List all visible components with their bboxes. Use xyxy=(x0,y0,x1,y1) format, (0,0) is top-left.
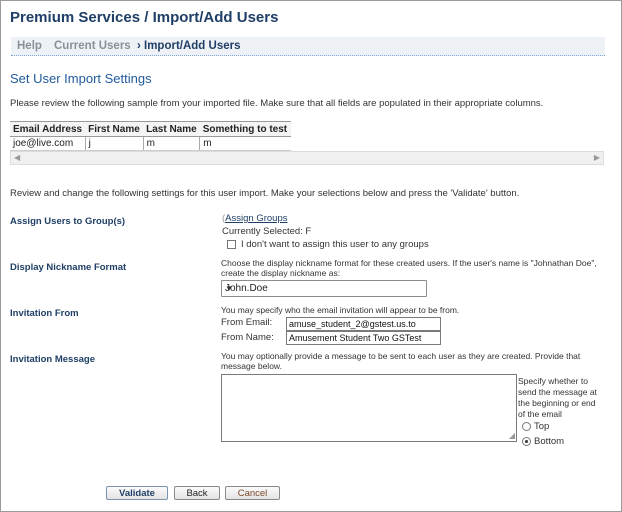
from-email-input[interactable]: amuse_student_2@gstest.us.to xyxy=(286,317,441,331)
validate-button[interactable]: Validate xyxy=(106,486,168,500)
scroll-right-icon[interactable]: ▶ xyxy=(594,153,600,162)
assign-groups-link[interactable]: Assign Groups xyxy=(225,213,287,224)
no-groups-checkbox[interactable] xyxy=(227,239,236,249)
currently-selected-text: Currently Selected: F xyxy=(222,226,312,237)
chevron-down-icon: ▼ xyxy=(225,284,233,293)
table-cell: j xyxy=(85,136,144,151)
breadcrumb: Help Current Users › Import/Add Users xyxy=(11,37,605,56)
nickname-help-text: Choose the display nickname format for t… xyxy=(221,258,597,278)
top-radio-label: Top xyxy=(534,421,550,432)
breadcrumb-separator: › xyxy=(137,40,141,52)
breadcrumb-help[interactable]: Help xyxy=(17,40,42,52)
table-row: joe@live.com j m m xyxy=(10,136,291,151)
bottom-radio[interactable] xyxy=(522,436,531,446)
column-header: Email Address xyxy=(10,121,86,137)
sample-table: Email Address First Name Last Name Somet… xyxy=(10,121,291,151)
breadcrumb-import-add-users: Import/Add Users xyxy=(144,40,241,52)
scroll-left-icon[interactable]: ◀ xyxy=(14,153,20,162)
invitation-message-label: Invitation Message xyxy=(10,354,95,365)
assign-groups-block: (Assign Groups xyxy=(222,213,287,224)
column-header: Last Name xyxy=(143,121,200,137)
assign-groups-label: Assign Users to Group(s) xyxy=(10,216,126,227)
horizontal-scrollbar[interactable]: ◀ ▶ xyxy=(10,151,604,165)
resize-grip-icon[interactable]: ◢ xyxy=(509,431,515,440)
no-groups-option: I don't want to assign this user to any … xyxy=(227,239,429,250)
back-button[interactable]: Back xyxy=(174,486,220,500)
bottom-radio-label: Bottom xyxy=(534,436,565,447)
no-groups-label: I don't want to assign this user to any … xyxy=(241,239,429,250)
nickname-format-label: Display Nickname Format xyxy=(10,262,127,273)
invitation-from-label: Invitation From xyxy=(10,308,79,319)
message-help-text: You may optionally provide a message to … xyxy=(221,351,581,371)
section-title: Set User Import Settings xyxy=(10,71,152,86)
from-email-label: From Email: xyxy=(221,317,273,328)
invitation-help-text: You may specify who the email invitation… xyxy=(221,305,460,315)
nickname-format-select[interactable]: John.Doe ▼ xyxy=(221,280,427,297)
position-option-top[interactable]: Top xyxy=(522,421,549,432)
table-header-row: Email Address First Name Last Name Somet… xyxy=(10,121,291,137)
invitation-message-textarea[interactable]: ◢ xyxy=(221,374,517,442)
review-note: Review and change the following settings… xyxy=(10,188,520,199)
from-name-label: From Name: xyxy=(221,332,274,343)
from-name-input[interactable]: Amusement Student Two GSTest xyxy=(286,331,441,345)
column-header: Something to test xyxy=(199,121,291,137)
import-users-window: Premium Services / Import/Add Users Help… xyxy=(0,0,622,512)
page-title: Premium Services / Import/Add Users xyxy=(10,9,279,26)
table-cell: m xyxy=(143,136,201,151)
table-cell: m xyxy=(199,136,291,151)
breadcrumb-current-users[interactable]: Current Users xyxy=(54,40,131,52)
cancel-button[interactable]: Cancel xyxy=(225,486,280,500)
position-option-bottom[interactable]: Bottom xyxy=(522,436,564,447)
top-radio[interactable] xyxy=(522,421,531,431)
column-header: First Name xyxy=(85,121,144,137)
sample-note: Please review the following sample from … xyxy=(10,98,544,109)
message-position-note: Specify whether to send the message at t… xyxy=(518,376,597,419)
table-cell: joe@live.com xyxy=(10,136,86,151)
